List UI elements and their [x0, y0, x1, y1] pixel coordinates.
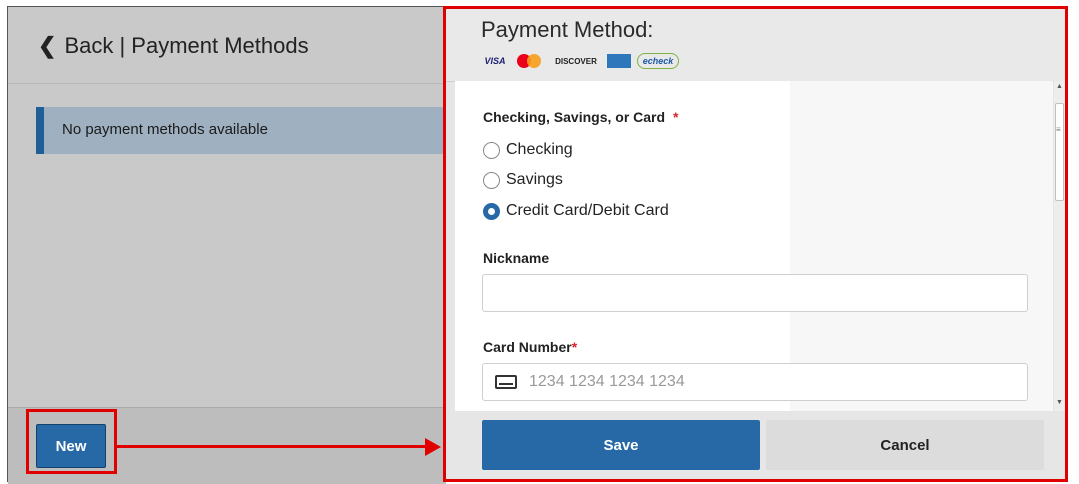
form-header: Payment Method: VISA DISCOVER echeck — [446, 9, 1065, 82]
required-marker: * — [672, 109, 679, 125]
required-marker: * — [571, 339, 578, 355]
option-checking[interactable]: Checking — [483, 141, 573, 159]
echeck-logo-icon: echeck — [637, 53, 679, 69]
form-body: Checking, Savings, or Card * Checking Sa… — [455, 81, 1053, 411]
back-link-label: Back | Payment Methods — [64, 33, 309, 58]
scroll-thumb[interactable] — [1055, 103, 1064, 201]
empty-notice-text: No payment methods available — [62, 121, 268, 138]
empty-notice: No payment methods available — [36, 107, 448, 154]
option-credit-debit-card[interactable]: Credit Card/Debit Card — [483, 202, 669, 220]
accepted-cards: VISA DISCOVER echeck — [481, 53, 679, 69]
account-type-label: Checking, Savings, or Card * — [483, 109, 679, 125]
card-number-label: Card Number* — [483, 339, 578, 355]
card-number-placeholder: 1234 1234 1234 1234 — [529, 373, 685, 390]
grip-icon: ≡ — [1056, 125, 1061, 134]
form-footer: Save Cancel — [446, 411, 1065, 479]
new-button-highlight — [26, 409, 117, 474]
mastercard-logo-icon — [515, 53, 545, 69]
form-title: Payment Method: — [481, 17, 654, 42]
scroll-down-icon[interactable]: ▼ — [1056, 399, 1063, 406]
chevron-left-icon: ❮ — [38, 33, 57, 58]
cancel-button[interactable]: Cancel — [766, 420, 1044, 470]
discover-logo-icon: DISCOVER — [555, 56, 597, 66]
back-link[interactable]: ❮ Back | Payment Methods — [38, 33, 309, 59]
arrow-line — [117, 445, 427, 448]
payment-method-form-panel: Payment Method: VISA DISCOVER echeck Che… — [446, 9, 1065, 479]
savings-radio[interactable] — [483, 171, 500, 189]
checking-radio[interactable] — [483, 141, 500, 159]
amex-logo-icon — [607, 54, 631, 68]
scroll-up-icon[interactable]: ▲ — [1056, 83, 1063, 90]
panel-header: ❮ Back | Payment Methods — [8, 7, 446, 84]
arrow-head-icon — [425, 438, 441, 456]
credit-card-radio[interactable] — [483, 202, 500, 220]
option-savings[interactable]: Savings — [483, 171, 563, 189]
credit-card-icon — [495, 375, 517, 389]
save-button[interactable]: Save — [482, 420, 760, 470]
nickname-input[interactable] — [482, 274, 1028, 312]
visa-logo-icon: VISA — [484, 56, 506, 66]
form-scrollbar[interactable]: ▲ ≡ ▼ — [1054, 81, 1065, 411]
card-number-input[interactable]: 1234 1234 1234 1234 — [482, 363, 1028, 401]
nickname-label: Nickname — [483, 250, 550, 266]
